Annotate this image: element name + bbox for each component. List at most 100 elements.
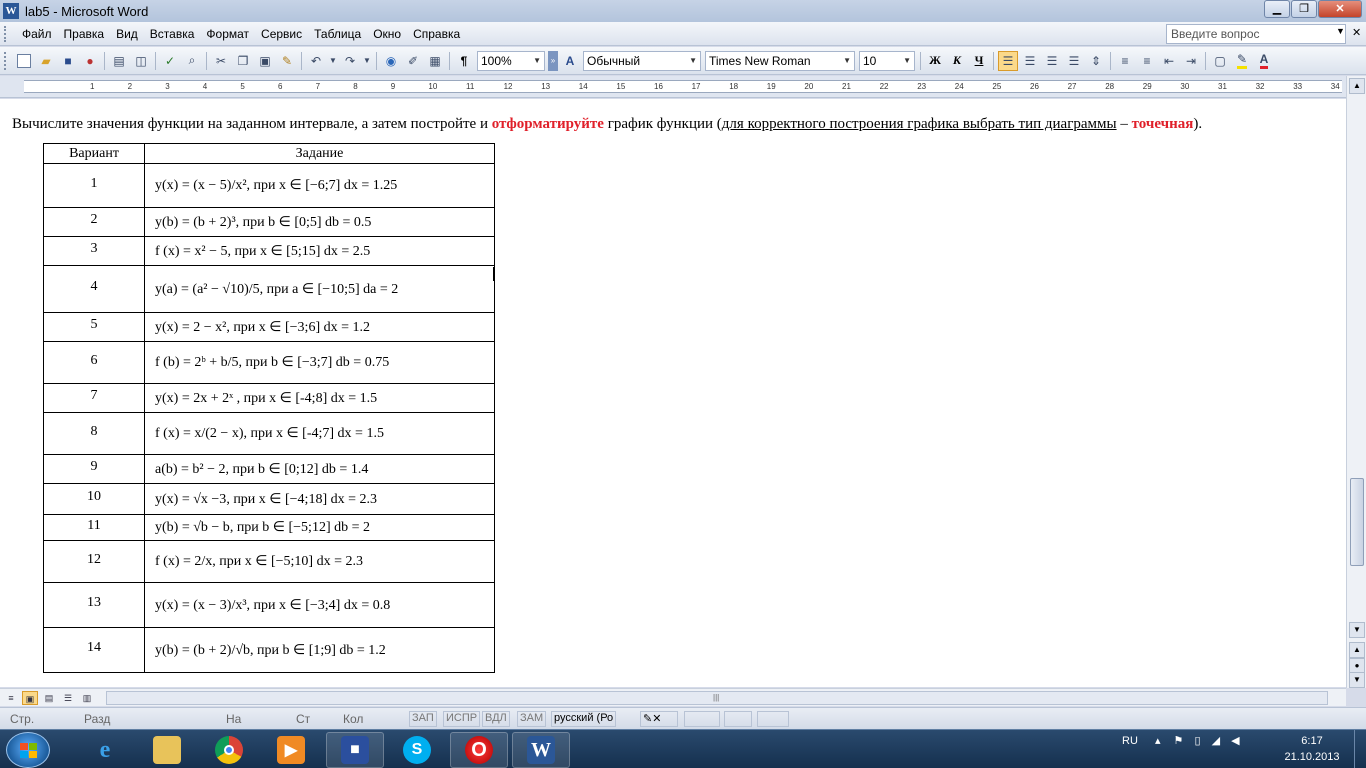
underline-button[interactable]: Ч: [969, 51, 989, 71]
align-left-button[interactable]: ☰: [998, 50, 1018, 71]
scroll-up-button[interactable]: ▲: [1349, 78, 1365, 94]
paste-button[interactable]: ▣: [255, 51, 275, 71]
taskbar-chrome[interactable]: [200, 732, 258, 768]
status-overtype[interactable]: ЗАМ: [517, 711, 547, 727]
reading-layout-view-button[interactable]: ▥: [79, 691, 95, 705]
bold-button[interactable]: Ж: [925, 51, 945, 71]
show-hide-button[interactable]: ¶: [454, 51, 474, 71]
increase-indent-button[interactable]: ⇥: [1181, 51, 1201, 71]
style-value: Обычный: [587, 53, 641, 68]
outline-view-button[interactable]: ☰: [60, 691, 76, 705]
previous-page-button[interactable]: ▲: [1349, 642, 1365, 658]
tray-clock[interactable]: 6:17 21.10.2013: [1282, 733, 1342, 765]
tray-language[interactable]: RU: [1122, 735, 1138, 747]
status-language[interactable]: русский (Ро: [551, 711, 617, 727]
menu-format[interactable]: Формат: [200, 27, 255, 41]
start-button[interactable]: [6, 732, 50, 768]
status-extend-selection[interactable]: ВДЛ: [482, 711, 510, 727]
permission-button[interactable]: ●: [80, 51, 100, 71]
menu-file[interactable]: Файл: [16, 27, 58, 41]
ruler-tick-label: 11: [466, 82, 475, 91]
decrease-indent-button[interactable]: ⇤: [1159, 51, 1179, 71]
font-color-button[interactable]: A: [1254, 51, 1274, 71]
menu-window[interactable]: Окно: [367, 27, 407, 41]
cut-button[interactable]: ✂: [211, 51, 231, 71]
normal-view-button[interactable]: ≡: [3, 691, 19, 705]
undo-button[interactable]: ↶: [306, 51, 326, 71]
print-button[interactable]: ▤: [109, 51, 129, 71]
line-spacing-button[interactable]: ⇕: [1086, 51, 1106, 71]
signal-icon[interactable]: ◢: [1212, 735, 1220, 747]
spelling-button[interactable]: ✓: [160, 51, 180, 71]
close-button[interactable]: ✕: [1318, 0, 1362, 18]
undo-dropdown[interactable]: ▼: [328, 51, 338, 71]
maximize-button[interactable]: ❐: [1291, 0, 1317, 18]
volume-icon[interactable]: ◀: [1231, 735, 1239, 747]
align-center-button[interactable]: ☰: [1020, 51, 1040, 71]
align-right-button[interactable]: ☰: [1042, 51, 1062, 71]
chevron-down-icon[interactable]: ▼: [1336, 26, 1345, 36]
taskbar-media-player[interactable]: ▶: [262, 732, 320, 768]
toolbar-options-button[interactable]: »: [548, 50, 558, 71]
battery-icon[interactable]: ▯: [1194, 735, 1200, 747]
horizontal-ruler[interactable]: 1 2 3 4 5 6 7 8 9 10 11 12 13 14 15 16 17 18 19 20 21 22 23 24 2…: [0, 76, 1346, 98]
highlight-button[interactable]: ✎: [1232, 51, 1252, 71]
redo-button[interactable]: ↷: [340, 51, 360, 71]
research-button[interactable]: ⌕: [182, 51, 202, 71]
ask-question-input[interactable]: Введите вопрос: [1166, 24, 1346, 44]
style-select[interactable]: Обычный ▼: [583, 50, 701, 71]
menu-grip[interactable]: [4, 25, 10, 42]
font-size-select[interactable]: 10 ▼: [859, 50, 915, 71]
justify-button[interactable]: ☰: [1064, 51, 1084, 71]
chevron-down-icon: ▼: [903, 56, 911, 65]
bullets-button[interactable]: ≡: [1137, 51, 1157, 71]
numbering-button[interactable]: ≡: [1115, 51, 1135, 71]
italic-button[interactable]: К: [947, 51, 967, 71]
show-desktop-button[interactable]: [1354, 730, 1366, 768]
scroll-down-button[interactable]: ▼: [1349, 622, 1365, 638]
tray-expand-icon[interactable]: ▴: [1155, 735, 1161, 747]
vertical-scrollbar[interactable]: ▲ ▼ ▲ ● ▼: [1346, 76, 1366, 688]
menu-edit[interactable]: Правка: [58, 27, 111, 41]
font-select[interactable]: Times New Roman ▼: [705, 50, 855, 71]
menu-table[interactable]: Таблица: [308, 27, 367, 41]
print-layout-view-button[interactable]: ▤: [41, 691, 57, 705]
menu-tools[interactable]: Сервис: [255, 27, 308, 41]
hyperlink-button[interactable]: ◉: [381, 51, 401, 71]
menu-insert[interactable]: Вставка: [144, 27, 201, 41]
taskbar-internet-explorer[interactable]: e: [76, 732, 134, 768]
taskbar-save-app[interactable]: ■: [326, 732, 384, 768]
minimize-button[interactable]: ▁: [1264, 0, 1290, 18]
copy-button[interactable]: ❐: [233, 51, 253, 71]
status-record-macro[interactable]: ЗАП: [409, 711, 437, 727]
save-button[interactable]: ■: [58, 51, 78, 71]
taskbar-opera[interactable]: O: [450, 732, 508, 768]
insert-table-button[interactable]: ▦: [425, 51, 445, 71]
document-close-icon[interactable]: ✕: [1352, 26, 1361, 39]
taskbar-explorer[interactable]: [138, 732, 196, 768]
print-preview-button[interactable]: ◫: [131, 51, 151, 71]
format-painter-button[interactable]: ✎: [277, 51, 297, 71]
word-app-icon[interactable]: W: [3, 3, 19, 19]
status-track-changes[interactable]: ИСПР: [443, 711, 481, 727]
redo-dropdown[interactable]: ▼: [362, 51, 372, 71]
document-page[interactable]: Вычислите значения функции на заданном и…: [0, 99, 1346, 687]
zoom-select[interactable]: 100% ▼: [477, 50, 545, 71]
styles-pane-button[interactable]: A: [560, 51, 580, 71]
horizontal-scrollbar[interactable]: |||: [106, 691, 1328, 705]
next-page-button[interactable]: ▼: [1349, 672, 1365, 688]
menu-view[interactable]: Вид: [110, 27, 144, 41]
spelling-status-icon[interactable]: ✎✕: [640, 711, 678, 727]
taskbar-skype[interactable]: S: [388, 732, 446, 768]
folder-icon: ▰: [41, 53, 51, 68]
network-icon[interactable]: ⚑: [1174, 735, 1184, 747]
tables-borders-button[interactable]: ✐: [403, 51, 423, 71]
scroll-thumb[interactable]: [1350, 478, 1364, 566]
taskbar-word[interactable]: W: [512, 732, 570, 768]
web-layout-view-button[interactable]: ▣: [22, 690, 38, 705]
new-document-button[interactable]: [14, 51, 34, 71]
borders-button[interactable]: ▢: [1210, 51, 1230, 71]
toolbar-grip[interactable]: [4, 51, 10, 70]
menu-help[interactable]: Справка: [407, 27, 466, 41]
open-button[interactable]: ▰: [36, 51, 56, 71]
